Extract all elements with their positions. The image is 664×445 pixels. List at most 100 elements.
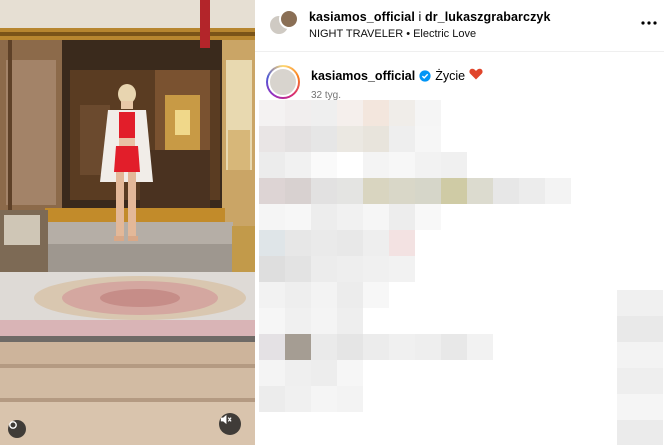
- blur-block: [415, 204, 441, 230]
- blur-block: [259, 360, 285, 386]
- blur-block: [441, 178, 467, 204]
- blur-block: [363, 126, 389, 152]
- blur-block: [617, 316, 663, 342]
- blur-block: [389, 256, 415, 282]
- blur-block: [311, 100, 337, 126]
- blur-block: [389, 282, 415, 308]
- blur-block: [285, 178, 311, 204]
- blur-block: [545, 178, 571, 204]
- username-link[interactable]: kasiamos_official: [311, 69, 415, 83]
- blur-block: [259, 152, 285, 178]
- blur-block: [285, 308, 311, 334]
- blur-block: [311, 334, 337, 360]
- blur-block: [363, 152, 389, 178]
- blur-block: [311, 360, 337, 386]
- blur-block: [259, 386, 285, 412]
- username-link[interactable]: dr_lukaszgrabarczyk: [425, 10, 551, 24]
- avatar[interactable]: [279, 9, 299, 29]
- blur-block: [441, 334, 467, 360]
- blur-block: [337, 256, 363, 282]
- username-link[interactable]: kasiamos_official: [309, 10, 415, 24]
- blur-block: [259, 100, 285, 126]
- blur-block: [285, 100, 311, 126]
- blur-block: [617, 420, 663, 445]
- blur-block: [441, 100, 467, 126]
- blur-block: [285, 230, 311, 256]
- blur-block: [363, 334, 389, 360]
- blur-block: [311, 126, 337, 152]
- blur-block: [441, 256, 467, 282]
- blur-block: [363, 360, 389, 386]
- blur-block: [617, 290, 663, 316]
- blur-block: [363, 386, 389, 412]
- blur-block: [363, 204, 389, 230]
- audio-attribution[interactable]: NIGHT TRAVELER • Electric Love: [309, 28, 476, 40]
- blur-block: [259, 126, 285, 152]
- more-options-icon[interactable]: [639, 14, 659, 32]
- avatar[interactable]: [266, 65, 300, 99]
- collab-avatars[interactable]: [268, 9, 299, 39]
- blur-block: [259, 256, 285, 282]
- blur-block: [467, 178, 493, 204]
- blur-block: [415, 256, 441, 282]
- blur-block: [337, 282, 363, 308]
- blur-block: [617, 394, 663, 420]
- post-side-panel: kasiamos_official i dr_lukaszgrabarczyk …: [255, 0, 664, 445]
- verified-badge-icon: [419, 69, 431, 82]
- blur-block: [311, 152, 337, 178]
- blur-block: [285, 386, 311, 412]
- blur-block: [337, 386, 363, 412]
- blur-block: [441, 282, 467, 308]
- blur-block: [311, 256, 337, 282]
- blur-block: [363, 230, 389, 256]
- blur-block: [285, 256, 311, 282]
- blur-block: [363, 282, 389, 308]
- blur-block: [337, 100, 363, 126]
- blur-block: [441, 308, 467, 334]
- collab-joiner: i: [414, 10, 425, 24]
- blur-block: [389, 360, 415, 386]
- caption-line: kasiamos_official Życie: [311, 68, 483, 83]
- blur-block: [389, 230, 415, 256]
- blur-block: [441, 360, 467, 386]
- blur-block: [415, 230, 441, 256]
- carousel-dot-icon[interactable]: [8, 420, 26, 438]
- blur-block: [311, 308, 337, 334]
- blur-block: [259, 230, 285, 256]
- blur-block: [337, 152, 363, 178]
- blur-block: [311, 230, 337, 256]
- blur-block: [389, 334, 415, 360]
- blur-block: [337, 334, 363, 360]
- blur-block: [259, 308, 285, 334]
- blur-block: [415, 386, 441, 412]
- blur-block: [285, 126, 311, 152]
- blur-block: [337, 126, 363, 152]
- blur-block: [337, 308, 363, 334]
- blur-block: [389, 386, 415, 412]
- blur-block: [363, 256, 389, 282]
- blur-block: [285, 334, 311, 360]
- blur-block: [415, 308, 441, 334]
- blur-block: [519, 178, 545, 204]
- blur-block: [259, 334, 285, 360]
- blur-block: [337, 360, 363, 386]
- blur-block: [311, 282, 337, 308]
- media-image: [0, 0, 255, 445]
- blur-block: [337, 204, 363, 230]
- blur-block: [493, 178, 519, 204]
- blur-block: [285, 204, 311, 230]
- collab-usernames: kasiamos_official i dr_lukaszgrabarczyk: [309, 10, 551, 24]
- blur-block: [285, 360, 311, 386]
- blur-block: [389, 126, 415, 152]
- blur-block: [389, 100, 415, 126]
- blur-block: [389, 204, 415, 230]
- blur-block: [415, 178, 441, 204]
- blur-block: [467, 334, 493, 360]
- blur-block: [389, 152, 415, 178]
- blur-block: [441, 126, 467, 152]
- post-media[interactable]: [0, 0, 255, 445]
- mute-icon[interactable]: [219, 413, 241, 435]
- blur-block: [389, 308, 415, 334]
- blur-block: [311, 178, 337, 204]
- heart-icon: [469, 68, 483, 83]
